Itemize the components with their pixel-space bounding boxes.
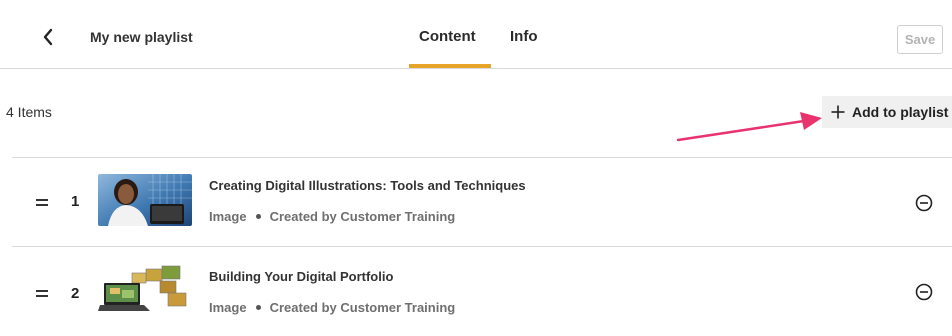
plus-icon <box>831 105 845 119</box>
chevron-left-icon <box>43 28 53 46</box>
item-title[interactable]: Creating Digital Illustrations: Tools an… <box>209 178 526 193</box>
drag-handle-icon[interactable] <box>36 198 48 207</box>
item-creator: Created by Customer Training <box>269 300 456 315</box>
minus-circle-icon <box>915 283 933 301</box>
add-to-playlist-button[interactable]: Add to playlist <box>822 96 952 128</box>
back-button[interactable] <box>38 26 58 48</box>
playlist-header: My new playlist Content Info Save <box>0 0 952 69</box>
save-button[interactable]: Save <box>897 25 943 54</box>
item-creator: Created by Customer Training <box>269 209 456 224</box>
add-to-playlist-label: Add to playlist <box>852 104 949 120</box>
remove-item-button[interactable] <box>915 194 933 212</box>
active-tab-indicator <box>409 64 491 68</box>
item-type: Image <box>209 209 247 224</box>
tab-info[interactable]: Info <box>510 28 538 45</box>
tab-content[interactable]: Content <box>419 28 476 45</box>
item-thumbnail[interactable] <box>98 174 192 226</box>
item-type: Image <box>209 300 247 315</box>
item-meta: Image Created by Customer Training <box>209 300 455 315</box>
remove-item-button[interactable] <box>915 283 933 301</box>
item-title[interactable]: Building Your Digital Portfolio <box>209 269 393 284</box>
minus-circle-icon <box>915 194 933 212</box>
item-meta: Image Created by Customer Training <box>209 209 455 224</box>
item-index: 1 <box>71 193 80 210</box>
item-thumbnail[interactable] <box>98 263 192 315</box>
item-count: 4 Items <box>6 104 52 120</box>
list-item: 1 Creating Digital Illustrations: Tools … <box>12 158 952 247</box>
drag-handle-icon[interactable] <box>36 289 48 298</box>
item-index: 2 <box>71 285 80 302</box>
separator-dot <box>255 214 261 219</box>
playlist-title: My new playlist <box>90 29 193 45</box>
separator-dot <box>255 305 261 310</box>
annotation-arrow-icon <box>676 112 822 142</box>
